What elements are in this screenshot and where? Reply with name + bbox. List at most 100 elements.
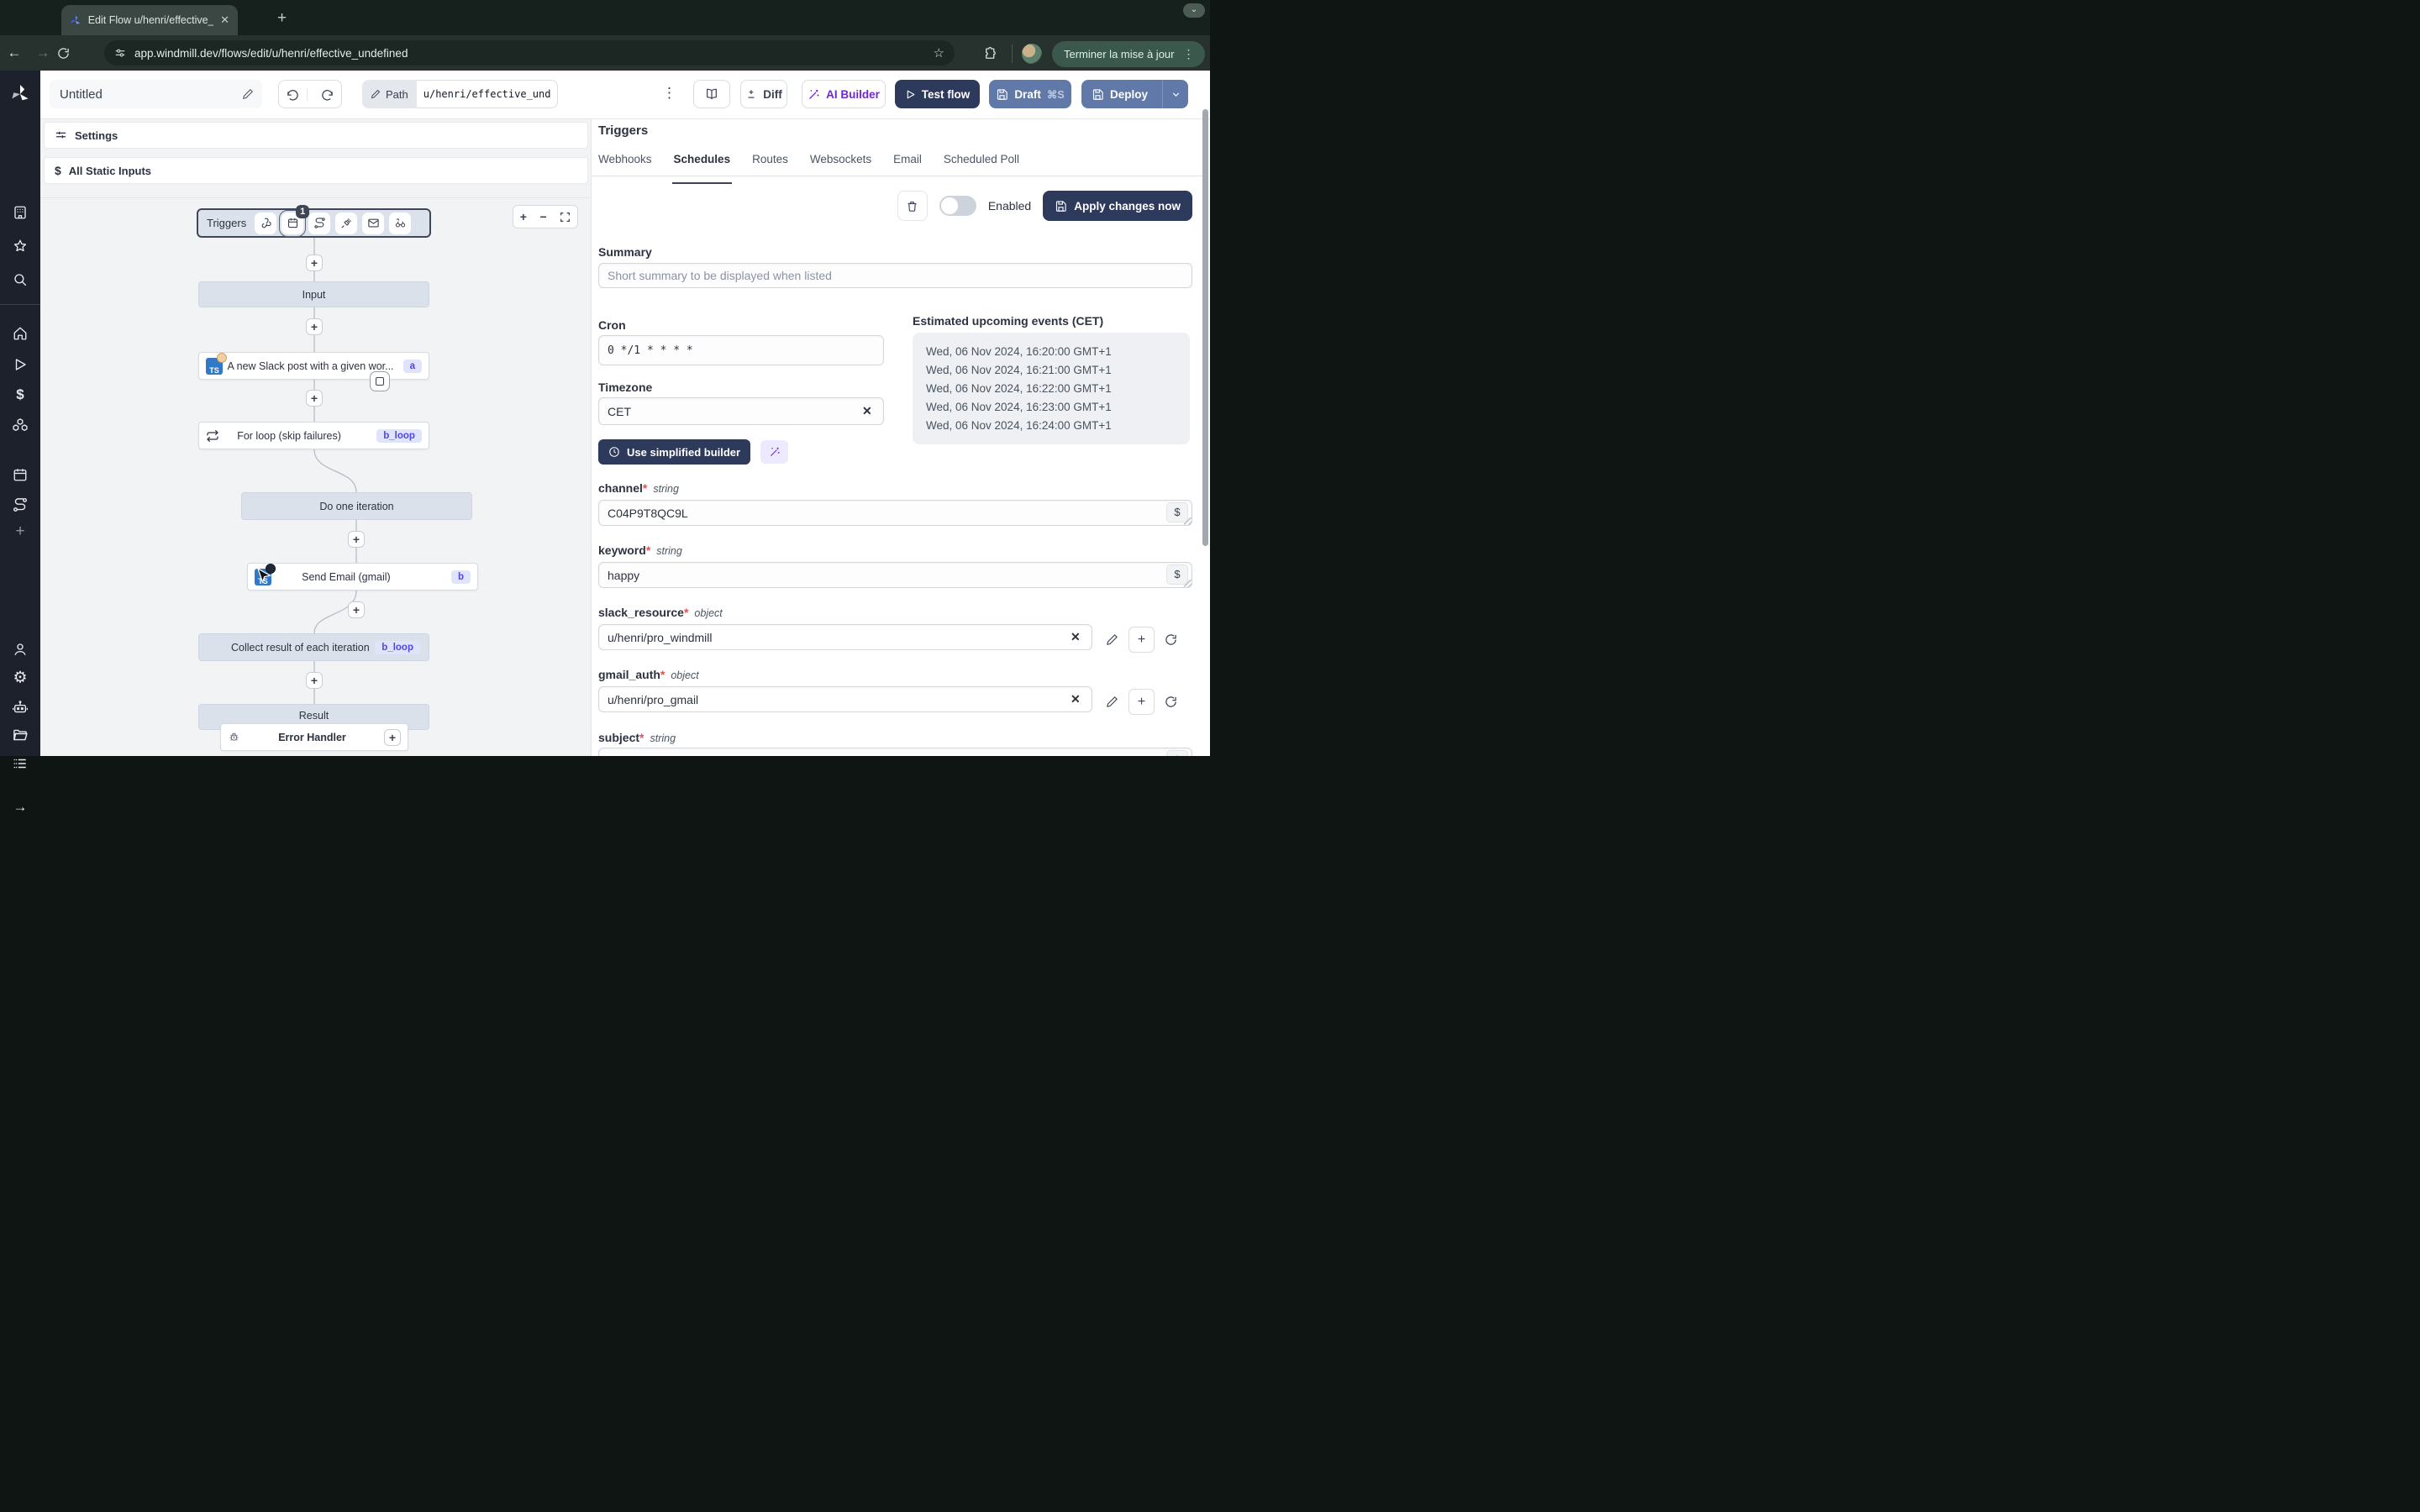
search-icon[interactable]	[13, 272, 28, 287]
flow-graph-canvas[interactable]: Settings $ All Static Inputs + − Trigger…	[40, 119, 592, 756]
profile-avatar[interactable]	[1022, 44, 1042, 64]
more-options-kebab-icon[interactable]: ⋮	[662, 85, 676, 102]
variables-dollar-icon[interactable]: $	[16, 386, 24, 403]
site-info-icon[interactable]	[114, 47, 126, 59]
add-step-button[interactable]: +	[348, 531, 365, 548]
cron-input[interactable]	[598, 335, 884, 365]
list-icon[interactable]	[13, 756, 28, 771]
back-icon[interactable]: ←	[0, 45, 29, 61]
schedules-calendar-icon[interactable]	[13, 467, 28, 482]
fullscreen-icon[interactable]	[560, 212, 571, 223]
slack-step-node[interactable]: TS A new Slack post with a given wor... …	[198, 352, 429, 380]
add-step-button[interactable]: +	[306, 390, 323, 407]
collect-result-node[interactable]: Collect result of each iteration b_loop	[198, 633, 429, 661]
subject-input[interactable]	[598, 748, 1192, 756]
clear-timezone-icon[interactable]: ✕	[862, 404, 872, 418]
clear-resource-icon[interactable]: ✕	[1071, 692, 1081, 706]
forloop-node[interactable]: For loop (skip failures) b_loop	[198, 422, 429, 449]
browser-menu-icon[interactable]: ⋮	[1183, 47, 1195, 61]
favorites-star-icon[interactable]	[13, 239, 28, 254]
tab-scheduled-poll[interactable]: Scheduled Poll	[944, 153, 1019, 176]
tab-webhooks[interactable]: Webhooks	[598, 153, 652, 176]
url-bar[interactable]: app.windmill.dev/flows/edit/u/henri/effe…	[104, 40, 955, 66]
diff-button[interactable]: Diff	[740, 80, 787, 108]
dollar-expr-button[interactable]: $	[1166, 564, 1188, 585]
summary-input[interactable]	[598, 263, 1192, 288]
path-label[interactable]: Path	[362, 80, 417, 108]
home-icon[interactable]	[13, 326, 28, 341]
zoom-out-icon[interactable]: −	[539, 210, 546, 223]
refresh-icon[interactable]	[1165, 633, 1177, 646]
add-resource-button[interactable]: +	[1128, 689, 1155, 715]
ai-builder-button[interactable]: AI Builder	[802, 80, 886, 108]
email-trigger-icon[interactable]	[362, 212, 385, 234]
timezone-input[interactable]	[598, 397, 884, 425]
test-flow-button[interactable]: Test flow	[895, 80, 980, 108]
bookmark-star-icon[interactable]: ☆	[934, 45, 944, 60]
add-step-button[interactable]: +	[306, 255, 323, 271]
add-error-handler-button[interactable]: +	[384, 728, 401, 746]
webhook-trigger-icon[interactable]	[255, 212, 277, 234]
input-node[interactable]: Input	[198, 281, 429, 307]
dollar-expr-button[interactable]: $	[1166, 502, 1188, 522]
flow-title-field[interactable]: Untitled	[50, 80, 262, 108]
deploy-button[interactable]: Deploy	[1081, 80, 1188, 108]
dollar-expr-button[interactable]: $	[1166, 750, 1188, 756]
schedule-trigger-icon[interactable]: 1	[279, 204, 310, 237]
do-one-iteration-node[interactable]: Do one iteration	[241, 492, 472, 520]
tab-search-icon[interactable]: ⌄	[1183, 3, 1205, 18]
edit-title-pencil-icon[interactable]	[242, 88, 254, 100]
channel-input[interactable]	[598, 500, 1192, 526]
add-step-button[interactable]: +	[306, 672, 323, 689]
tab-schedules[interactable]: Schedules	[671, 153, 732, 184]
sidebar-add-icon[interactable]: +	[15, 522, 24, 541]
windmill-logo[interactable]	[10, 84, 30, 104]
edit-resource-pencil-icon[interactable]	[1106, 633, 1118, 646]
browser-update-button[interactable]: Terminer la mise à jour ⋮	[1052, 41, 1205, 67]
panel-scrollbar[interactable]	[1202, 109, 1208, 546]
routes-icon[interactable]	[13, 497, 29, 513]
url-text[interactable]: app.windmill.dev/flows/edit/u/henri/effe…	[134, 47, 925, 60]
tab-websockets[interactable]: Websockets	[810, 153, 871, 176]
user-icon[interactable]	[13, 642, 28, 657]
folder-icon[interactable]	[13, 727, 29, 743]
ai-cron-wand-button[interactable]	[760, 440, 788, 464]
edit-resource-pencil-icon[interactable]	[1106, 696, 1118, 708]
tab-email[interactable]: Email	[893, 153, 922, 176]
resources-cubes-icon[interactable]	[13, 417, 29, 433]
simplified-builder-button[interactable]: Use simplified builder	[598, 439, 751, 465]
stop-after-step-button[interactable]	[370, 371, 390, 391]
apply-changes-button[interactable]: Apply changes now	[1043, 191, 1192, 221]
clear-resource-icon[interactable]: ✕	[1071, 630, 1081, 644]
zoom-in-icon[interactable]: +	[520, 210, 527, 223]
browser-tab[interactable]: Edit Flow u/henri/effective_un ✕	[61, 5, 238, 35]
add-step-button[interactable]: +	[348, 601, 365, 618]
new-tab-button[interactable]: +	[277, 10, 287, 26]
tab-close-icon[interactable]: ✕	[220, 13, 229, 27]
slack-resource-input[interactable]	[598, 624, 1092, 650]
route-trigger-icon[interactable]	[308, 212, 331, 234]
documentation-button[interactable]	[693, 80, 730, 108]
keyword-input[interactable]	[598, 562, 1192, 588]
extensions-icon[interactable]	[983, 46, 998, 61]
error-handler-node[interactable]: Error Handler +	[220, 723, 408, 751]
forward-icon[interactable]: →	[29, 45, 57, 61]
websocket-trigger-icon[interactable]	[335, 212, 358, 234]
tab-routes[interactable]: Routes	[752, 153, 788, 176]
settings-gear-icon[interactable]: ⚙	[13, 669, 27, 688]
gmail-auth-input[interactable]	[598, 686, 1092, 712]
refresh-icon[interactable]	[1165, 696, 1177, 708]
send-email-node[interactable]: TS Send Email (gmail) b	[247, 563, 478, 591]
robot-icon[interactable]	[13, 700, 29, 716]
workspace-icon[interactable]	[13, 205, 28, 220]
undo-button[interactable]	[279, 87, 308, 101]
enabled-toggle[interactable]	[939, 196, 976, 216]
triggers-node[interactable]: Triggers 1	[197, 204, 431, 238]
scheduled-poll-trigger-icon[interactable]	[389, 212, 412, 234]
runs-play-icon[interactable]	[13, 357, 28, 372]
deploy-dropdown-button[interactable]	[1162, 80, 1188, 108]
path-input[interactable]	[416, 80, 558, 108]
add-resource-button[interactable]: +	[1128, 627, 1155, 653]
redo-button[interactable]	[313, 88, 341, 101]
add-step-button[interactable]: +	[306, 318, 323, 335]
